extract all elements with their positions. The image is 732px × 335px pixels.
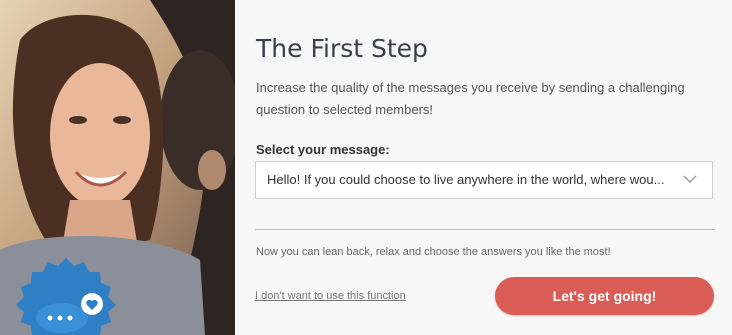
first-step-panel: The First Step Increase the quality of t… xyxy=(235,0,732,335)
couple-photo xyxy=(0,0,235,335)
message-select-value: Hello! If you could choose to live anywh… xyxy=(267,172,665,187)
description-text: Increase the quality of the messages you… xyxy=(256,80,685,117)
lets-get-going-button[interactable]: Let's get going! xyxy=(495,277,714,315)
photo-illustration xyxy=(0,0,235,335)
divider xyxy=(255,229,715,230)
chevron-down-icon xyxy=(683,175,697,183)
message-select[interactable]: Hello! If you could choose to live anywh… xyxy=(255,161,713,199)
skip-function-link[interactable]: I don't want to use this function xyxy=(255,290,406,302)
relax-text: Now you can lean back, relax and choose … xyxy=(256,246,611,258)
select-label: Select your message: xyxy=(256,142,390,157)
page-title: The First Step xyxy=(256,34,428,63)
